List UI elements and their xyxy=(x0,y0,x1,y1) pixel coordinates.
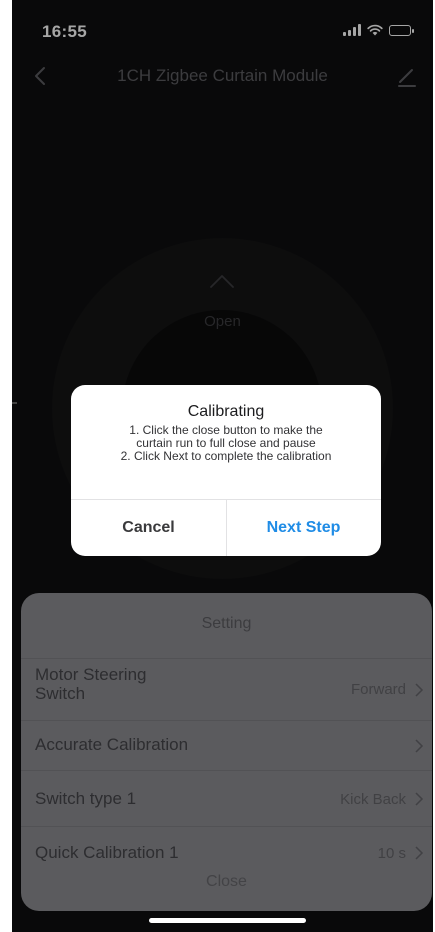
row-label: Switch type 1 xyxy=(35,789,137,808)
row-label: Accurate Calibration xyxy=(35,735,189,754)
setting-row-motor-steering[interactable]: Motor Steering Switch Forward xyxy=(21,659,432,721)
dialog-line: 2. Click Next to complete the calibratio… xyxy=(120,449,332,463)
chevron-right-icon xyxy=(415,683,424,697)
dialog-message: 1. Click the close button to make the cu… xyxy=(71,424,381,463)
chevron-right-icon xyxy=(415,792,424,806)
calibrating-dialog: Calibrating 1. Click the close button to… xyxy=(71,385,381,556)
phone-screen: 16:55 1CH Zigbee Curtain Module Open Set… xyxy=(12,0,433,932)
dialog-title: Calibrating xyxy=(187,403,265,420)
setting-row-accurate-calibration[interactable]: Accurate Calibration xyxy=(21,721,432,771)
row-value: Forward xyxy=(350,681,406,698)
row-label: Motor Steering xyxy=(35,665,147,684)
home-indicator xyxy=(149,918,306,923)
next-step-button[interactable]: Next Step xyxy=(226,500,381,556)
row-value: Kick Back xyxy=(340,791,406,808)
setting-row-switch-type[interactable]: Switch type 1 Kick Back xyxy=(21,771,432,827)
row-label: Switch xyxy=(35,684,86,703)
close-button[interactable]: Close xyxy=(21,853,432,911)
cancel-button[interactable]: Cancel xyxy=(71,500,226,556)
sheet-title: Setting xyxy=(21,593,432,659)
chevron-right-icon xyxy=(415,739,424,753)
settings-sheet: Setting Motor Steering Switch Forward Ac… xyxy=(21,593,432,911)
